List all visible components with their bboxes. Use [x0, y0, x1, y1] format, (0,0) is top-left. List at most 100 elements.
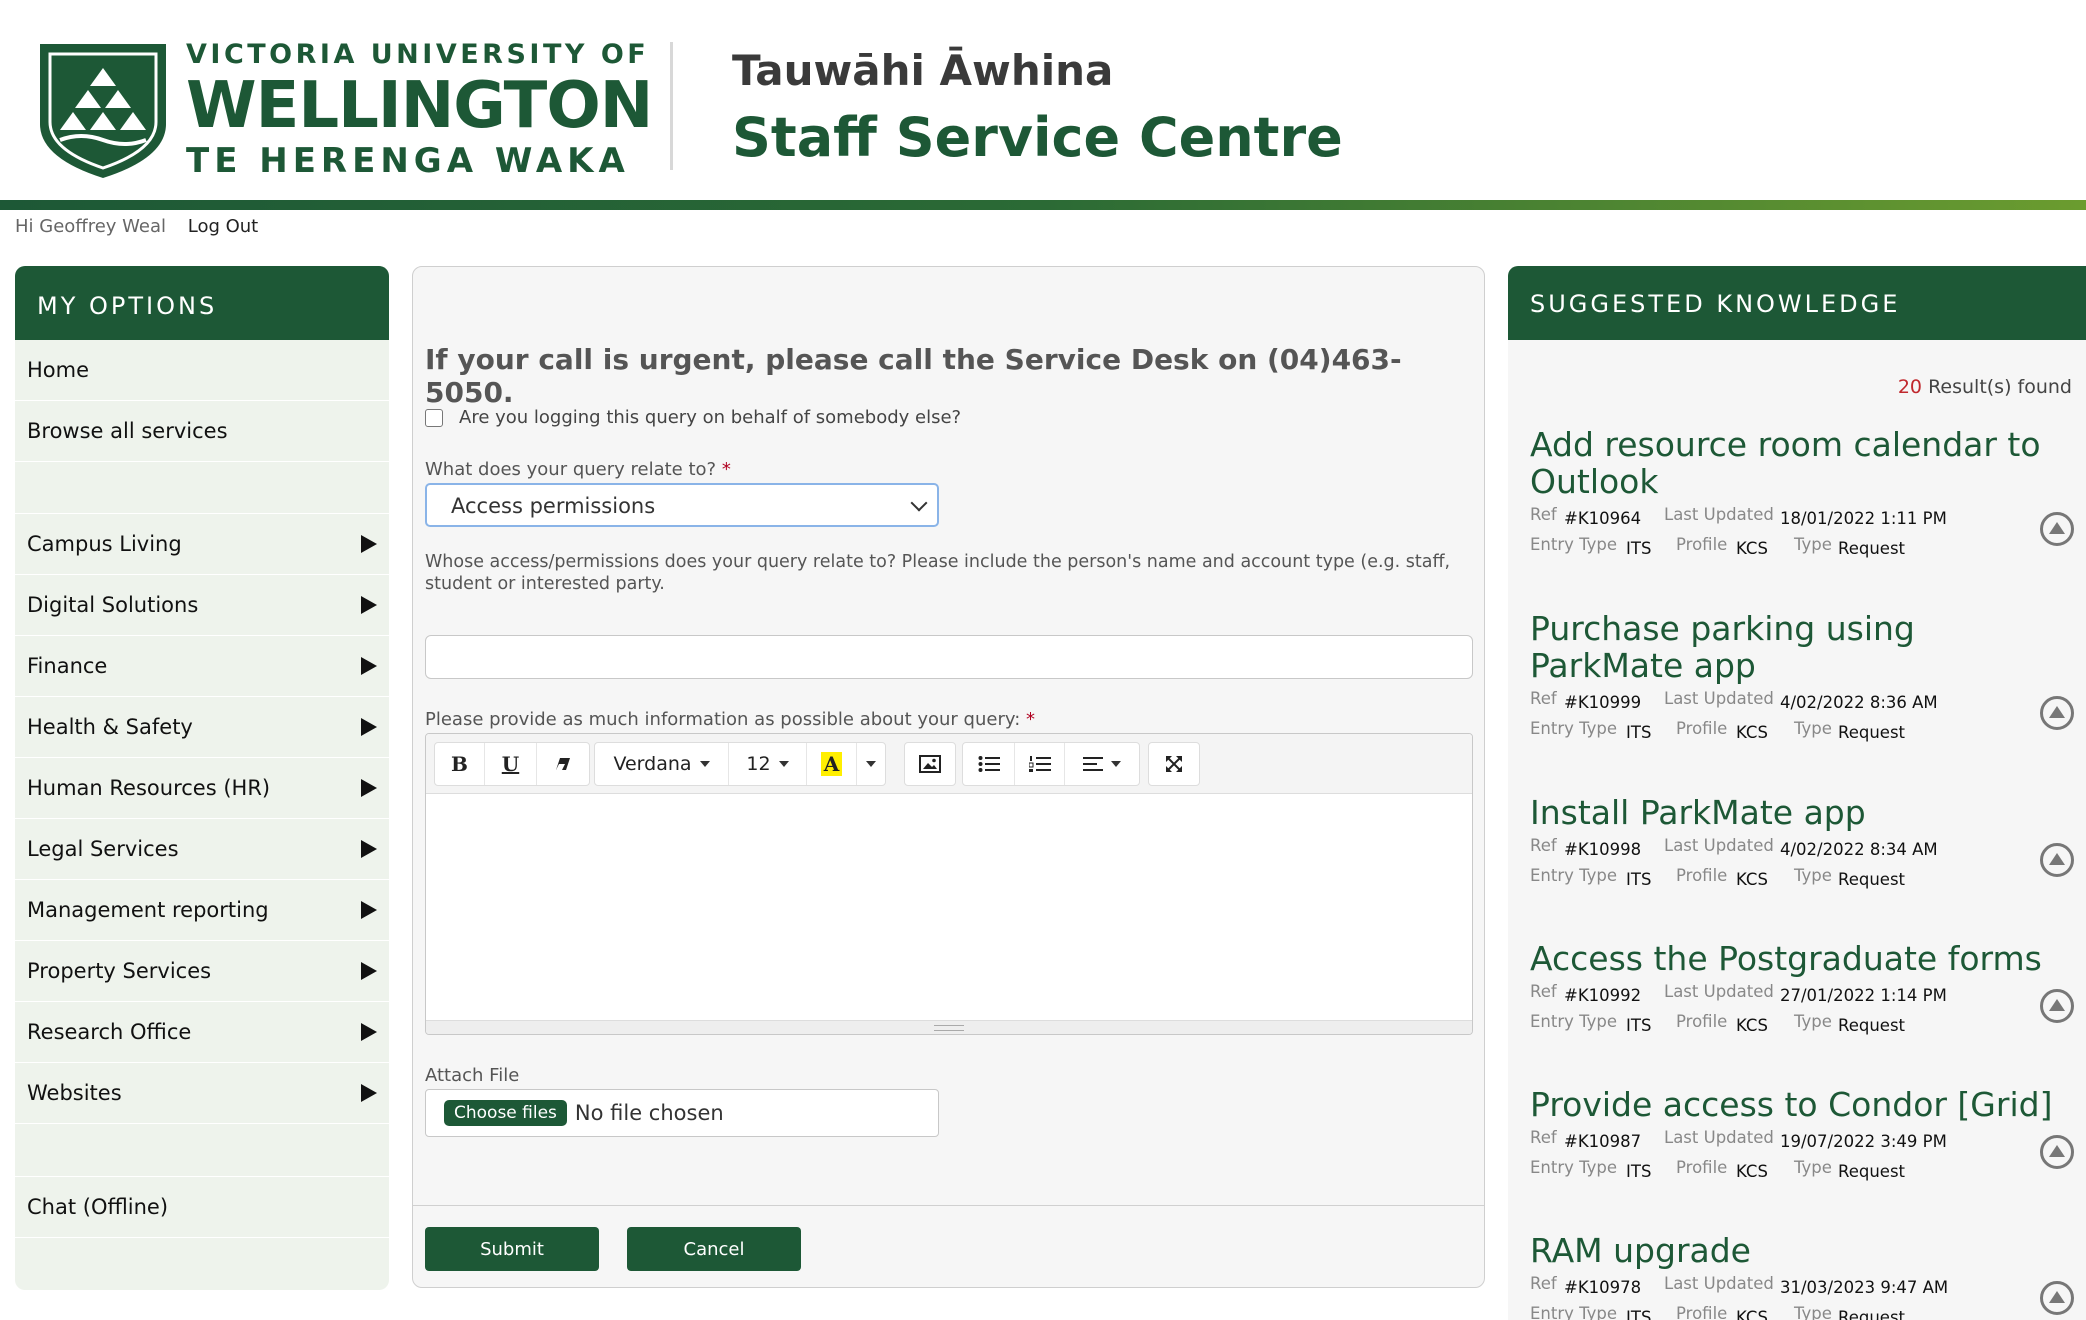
- text-color-dropdown[interactable]: [857, 743, 885, 785]
- knowledge-meta-row: Ref #K10987 Last Updated 19/07/2022 3:49 PM: [1530, 1123, 2070, 1153]
- knowledge-item-title[interactable]: RAM upgrade: [1530, 1232, 2070, 1269]
- font-family-select[interactable]: Verdana: [595, 743, 729, 785]
- view-group: [1148, 742, 1200, 786]
- sidebar-item-research-office[interactable]: Research Office: [15, 1002, 389, 1063]
- expand-arrow-icon: [361, 596, 377, 614]
- insert-group: [904, 742, 956, 786]
- knowledge-item: Install ParkMate app Ref #K10998 Last Updat…: [1530, 794, 2074, 891]
- knowledge-meta-row: Ref #K10998 Last Updated 4/02/2022 8:34 AM: [1530, 831, 2070, 861]
- sidebar-item-home[interactable]: Home: [15, 340, 389, 401]
- underline-button[interactable]: U: [485, 743, 537, 785]
- profile-value: KCS: [1736, 1162, 1768, 1181]
- chevron-down-icon: [910, 494, 928, 512]
- knowledge-meta-row: Entry Type ITS Profile KCS Type Request: [1530, 1007, 2070, 1037]
- query-relate-select[interactable]: Access permissions: [425, 483, 939, 527]
- knowledge-meta-row: Entry Type ITS Profile KCS Type Request: [1530, 714, 2070, 744]
- entry-type-value: ITS: [1626, 870, 1652, 889]
- profile-label: Profile: [1676, 866, 1728, 885]
- whose-access-input[interactable]: [425, 635, 1473, 679]
- expand-up-icon[interactable]: [2040, 989, 2074, 1023]
- updated-label: Last Updated: [1664, 1274, 1774, 1293]
- image-icon: [919, 755, 941, 773]
- knowledge-item-title[interactable]: Purchase parking using ParkMate app: [1530, 610, 2070, 684]
- sidebar-item-finance[interactable]: Finance: [15, 636, 389, 697]
- logout-link[interactable]: Log Out: [188, 216, 259, 237]
- entry-type-label: Entry Type: [1530, 719, 1618, 738]
- cancel-button[interactable]: Cancel: [627, 1227, 801, 1271]
- align-button[interactable]: [1065, 743, 1139, 785]
- knowledge-meta-row: Entry Type ITS Profile KCS Type Request: [1530, 530, 2070, 560]
- query-relate-value: Access permissions: [451, 494, 656, 518]
- knowledge-item-title[interactable]: Install ParkMate app: [1530, 794, 2070, 831]
- editor-resize-handle[interactable]: [426, 1020, 1472, 1034]
- updated-label: Last Updated: [1664, 836, 1774, 855]
- type-value: Request: [1838, 723, 1906, 742]
- sidebar-item-health-safety[interactable]: Health & Safety: [15, 697, 389, 758]
- profile-label: Profile: [1676, 1012, 1728, 1031]
- expand-arrow-icon: [361, 1023, 377, 1041]
- format-group: B U: [434, 742, 590, 786]
- insert-image-button[interactable]: [905, 743, 955, 785]
- expand-arrow-icon: [361, 901, 377, 919]
- knowledge-item: Add resource room calendar to Outlook Ref…: [1530, 426, 2074, 560]
- rich-text-editor: B U Verdana 12 A: [425, 733, 1473, 1035]
- sidebar-item-digital-solutions[interactable]: Digital Solutions: [15, 575, 389, 636]
- editor-content-area[interactable]: [426, 794, 1472, 1020]
- no-file-text: No file chosen: [574, 1101, 724, 1125]
- fullscreen-button[interactable]: [1149, 743, 1199, 785]
- font-size-select[interactable]: 12: [729, 743, 807, 785]
- expand-up-icon[interactable]: [2040, 696, 2074, 730]
- numbered-list-button[interactable]: [1015, 743, 1065, 785]
- sidebar-item-chat[interactable]: Chat (Offline): [15, 1177, 389, 1238]
- required-marker: *: [721, 459, 731, 480]
- submit-button[interactable]: Submit: [425, 1227, 599, 1271]
- caret-down-icon: [866, 761, 876, 767]
- entry-type-value: ITS: [1626, 539, 1652, 558]
- expand-up-icon[interactable]: [2040, 1281, 2074, 1315]
- sidebar-item-legal-services[interactable]: Legal Services: [15, 819, 389, 880]
- knowledge-item-title[interactable]: Access the Postgraduate forms: [1530, 940, 2070, 977]
- expand-up-icon[interactable]: [2040, 1135, 2074, 1169]
- my-options-sidebar: MY OPTIONS Home Browse all services Camp…: [15, 266, 389, 1290]
- sidebar-item-campus-living[interactable]: Campus Living: [15, 514, 389, 575]
- results-suffix: Result(s) found: [1928, 376, 2072, 398]
- user-greeting: Hi Geoffrey Weal: [15, 216, 166, 237]
- text-color-icon: A: [820, 752, 843, 776]
- bold-button[interactable]: B: [435, 743, 485, 785]
- expand-up-icon[interactable]: [2040, 512, 2074, 546]
- type-value: Request: [1838, 1162, 1906, 1181]
- eraser-icon: [556, 758, 570, 770]
- type-value: Request: [1838, 1308, 1906, 1320]
- sidebar-item-websites[interactable]: Websites: [15, 1063, 389, 1124]
- type-label: Type: [1794, 1158, 1832, 1177]
- expand-arrow-icon: [361, 657, 377, 675]
- updated-label: Last Updated: [1664, 1128, 1774, 1147]
- behalf-checkbox[interactable]: [425, 408, 443, 427]
- sidebar-item-browse-all-services[interactable]: Browse all services: [15, 401, 389, 462]
- expand-arrow-icon: [361, 1084, 377, 1102]
- knowledge-item-title[interactable]: Provide access to Condor [Grid]: [1530, 1086, 2070, 1123]
- sidebar-spacer: [15, 1124, 389, 1177]
- clear-format-button[interactable]: [537, 743, 589, 785]
- entry-type-value: ITS: [1626, 723, 1652, 742]
- choose-files-button[interactable]: Choose files: [444, 1100, 567, 1126]
- caret-down-icon: [1111, 761, 1121, 767]
- user-bar: Hi Geoffrey Weal Log Out: [15, 216, 258, 237]
- expand-up-icon[interactable]: [2040, 843, 2074, 877]
- text-color-button[interactable]: A: [807, 743, 857, 785]
- sidebar-item-human-resources[interactable]: Human Resources (HR): [15, 758, 389, 819]
- entry-type-label: Entry Type: [1530, 535, 1618, 554]
- bullet-list-icon: [978, 756, 1000, 772]
- entry-type-value: ITS: [1626, 1162, 1652, 1181]
- type-value: Request: [1838, 870, 1906, 889]
- type-value: Request: [1838, 539, 1906, 558]
- bullet-list-button[interactable]: [963, 743, 1015, 785]
- ref-label: Ref: [1530, 1128, 1557, 1147]
- sidebar-item-property-services[interactable]: Property Services: [15, 941, 389, 1002]
- type-value: Request: [1838, 1016, 1906, 1035]
- knowledge-item-title[interactable]: Add resource room calendar to Outlook: [1530, 426, 2070, 500]
- sidebar-item-management-reporting[interactable]: Management reporting: [15, 880, 389, 941]
- expand-arrow-icon: [361, 840, 377, 858]
- brand-title-maori: Tauwāhi Āwhina: [732, 46, 1114, 95]
- entry-type-label: Entry Type: [1530, 866, 1618, 885]
